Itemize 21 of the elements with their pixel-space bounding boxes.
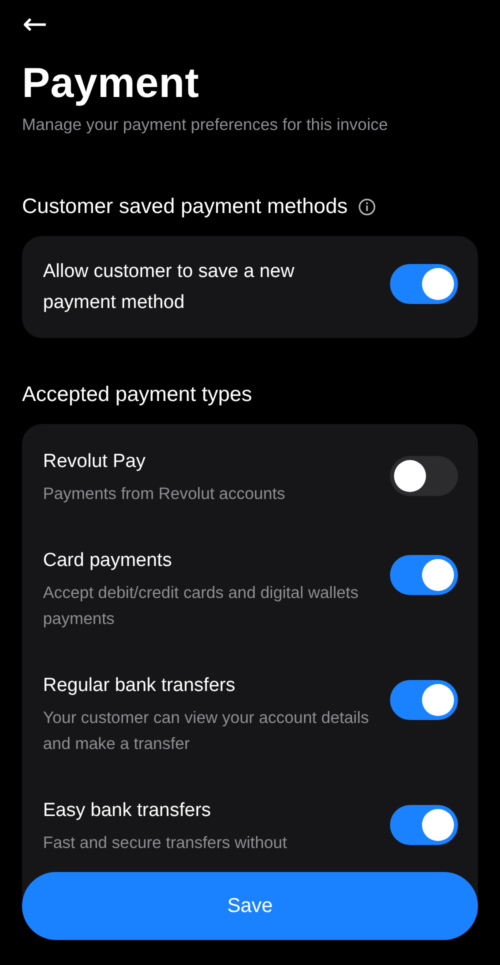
back-button[interactable]: ←	[22, 12, 48, 38]
setting-label: Allow customer to save a new payment method	[43, 260, 296, 315]
toggle-switch[interactable]	[390, 805, 458, 845]
page-subtitle: Manage your payment preferences for this invoice	[22, 115, 389, 136]
setting-label: Easy bank transfers	[43, 799, 212, 823]
setting-description: Your customer can view your account details and make a transfer	[43, 708, 370, 755]
toggle-switch[interactable]	[390, 264, 458, 304]
toggle-switch[interactable]	[390, 680, 458, 720]
setting-label: Card payments	[43, 549, 173, 573]
page-title: Payment	[22, 58, 200, 108]
setting-description: Fast and secure transfers without	[43, 833, 287, 854]
setting-description: Accept debit/credit cards and digital wallets payments	[43, 583, 360, 630]
setting-label: Revolut Pay	[43, 450, 146, 474]
save-button[interactable]: Save	[22, 872, 478, 940]
section-title: Accepted payment types	[22, 382, 252, 408]
toggle-switch[interactable]	[390, 555, 458, 595]
setting-label: Regular bank transfers	[43, 674, 236, 698]
setting-description: Payments from Revolut accounts	[43, 484, 286, 505]
section-title: Customer saved payment methods	[22, 194, 348, 220]
toggle-switch[interactable]	[390, 456, 458, 496]
info-icon[interactable]	[358, 198, 376, 216]
